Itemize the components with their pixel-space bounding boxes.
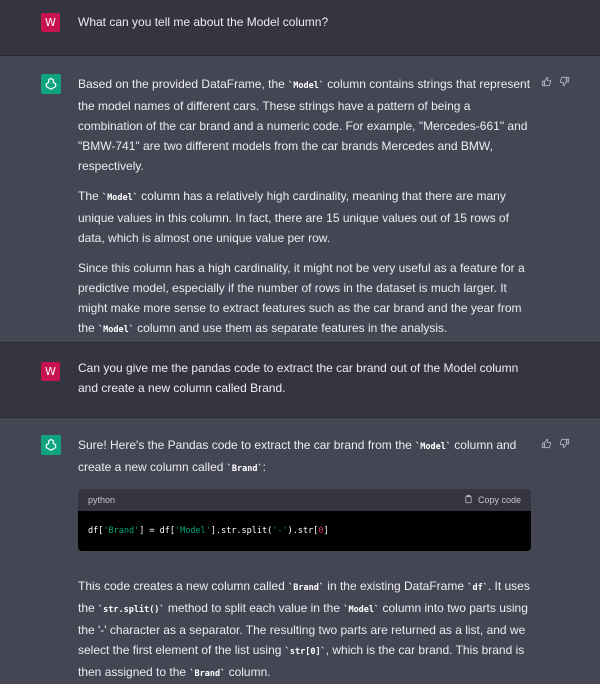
feedback-buttons (541, 438, 570, 449)
user-message-text: Can you give me the pandas code to extra… (78, 361, 519, 395)
thumbs-down-icon[interactable] (559, 76, 570, 87)
thumbs-up-icon[interactable] (541, 438, 552, 449)
code-language-label: python (88, 495, 116, 505)
code-content: df['Brand'] = df['Model'].str.split('-')… (78, 511, 531, 551)
thumbs-down-icon[interactable] (559, 438, 570, 449)
copy-code-button[interactable]: Copy code (464, 494, 521, 506)
assistant-message-body: Based on the provided DataFrame, the `Mo… (78, 74, 533, 350)
assistant-message-2: Sure! Here's the Pandas code to extract … (0, 418, 600, 684)
user-avatar: W (41, 13, 60, 32)
openai-logo-icon (41, 435, 61, 455)
paragraph: The `Model` column has a relatively high… (78, 189, 509, 245)
user-message-text: What can you tell me about the Model col… (78, 15, 329, 29)
user-message-1: W What can you tell me about the Model c… (0, 0, 600, 55)
code-block: python Copy code df['Brand'] = df['Model… (78, 489, 531, 551)
openai-logo-icon (41, 74, 61, 94)
clipboard-icon (464, 494, 473, 506)
user-avatar: W (41, 362, 60, 381)
paragraph: Since this column has a high cardinality… (78, 261, 525, 335)
feedback-buttons (541, 76, 570, 87)
assistant-intro: Sure! Here's the Pandas code to extract … (78, 438, 517, 474)
code-block-header: python Copy code (78, 489, 531, 511)
assistant-message-1: Based on the provided DataFrame, the `Mo… (0, 56, 600, 342)
copy-code-label: Copy code (477, 495, 521, 505)
user-message-2: W Can you give me the pandas code to ext… (0, 343, 600, 417)
paragraph: Based on the provided DataFrame, the `Mo… (78, 77, 531, 173)
thumbs-up-icon[interactable] (541, 76, 552, 87)
assistant-outro: This code creates a new column called `B… (78, 579, 530, 679)
